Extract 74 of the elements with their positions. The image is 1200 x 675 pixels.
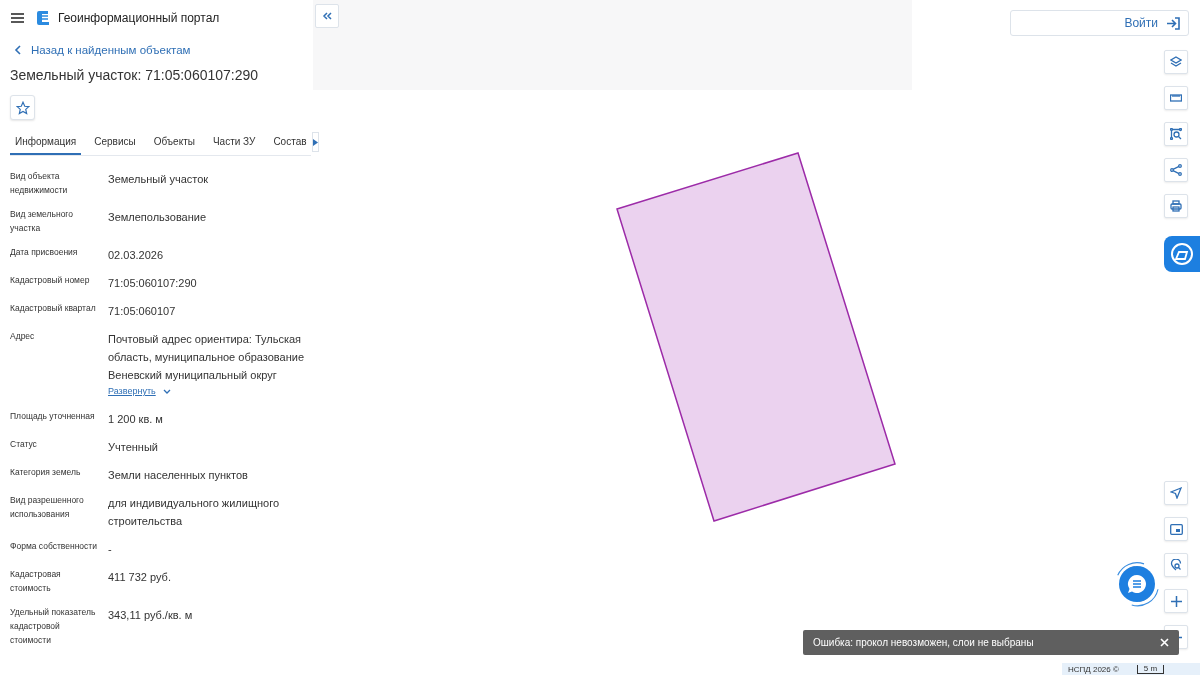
navigation-arrow-icon bbox=[1170, 487, 1182, 499]
attribution-text: НСПД 2026 © bbox=[1068, 664, 1119, 674]
tab[interactable]: Состав bbox=[268, 129, 312, 155]
chat-button[interactable] bbox=[1119, 566, 1155, 602]
zoom-in-button[interactable] bbox=[1164, 589, 1188, 613]
login-button[interactable]: Войти bbox=[1010, 10, 1189, 36]
field-value: - bbox=[108, 543, 112, 555]
field-value: 1 200 кв. м bbox=[108, 413, 163, 425]
field-value: Учтенный bbox=[108, 441, 158, 453]
scale-bar: 5 m bbox=[1136, 664, 1165, 674]
star-icon bbox=[15, 100, 30, 115]
close-icon bbox=[1160, 638, 1169, 647]
field-value: 411 732 руб. bbox=[108, 571, 171, 583]
ruler-button[interactable] bbox=[1164, 86, 1188, 110]
layers-icon bbox=[1170, 56, 1182, 68]
field-label: Вид объекта недвижимости bbox=[10, 170, 69, 197]
field-value: Земли населенных пунктов bbox=[108, 469, 248, 481]
chat-bubble-icon bbox=[1127, 574, 1147, 594]
plus-icon bbox=[1170, 595, 1182, 607]
print-icon bbox=[1170, 200, 1182, 212]
field-label: Кадастровая стоимость bbox=[10, 568, 62, 595]
layers-button[interactable] bbox=[1164, 50, 1188, 74]
location-search-icon bbox=[1170, 559, 1182, 571]
field-value: для индивидуального жилищного строительства bbox=[108, 497, 279, 527]
feedback-tab[interactable] bbox=[1164, 236, 1200, 272]
locate-button[interactable] bbox=[1164, 481, 1188, 505]
tab[interactable]: Информация bbox=[10, 129, 82, 155]
minimap-icon bbox=[1169, 523, 1183, 535]
portal-title: Геоинформационный портал bbox=[58, 11, 220, 25]
tab[interactable]: Части ЗУ bbox=[207, 129, 261, 155]
field-label: Статус bbox=[10, 438, 38, 451]
field-label: Площадь уточненная bbox=[10, 410, 96, 423]
field-value: 71:05:060107:290 bbox=[108, 277, 197, 289]
minimap-button[interactable] bbox=[1164, 517, 1188, 541]
feedback-icon bbox=[1170, 242, 1194, 266]
field-label: Вид земельного участка bbox=[10, 208, 74, 235]
object-title: Земельный участок: 71:05:060107:290 bbox=[10, 67, 260, 83]
field-label: Дата присвоения bbox=[10, 246, 79, 259]
field-label: Вид разрешенного использования bbox=[10, 494, 85, 521]
field-value: Земельный участок bbox=[108, 173, 209, 185]
close-button[interactable] bbox=[1158, 636, 1171, 649]
chevron-left-icon bbox=[14, 45, 22, 55]
scroll-tabs-button[interactable] bbox=[311, 132, 319, 152]
field-label: Адрес bbox=[10, 330, 36, 343]
area-search-button[interactable] bbox=[1164, 122, 1188, 146]
field-value: 71:05:060107 bbox=[108, 305, 176, 317]
collapse-panel-button[interactable] bbox=[315, 4, 339, 28]
field-value: Землепользование bbox=[108, 211, 207, 223]
field-label: Кадастровый квартал bbox=[10, 302, 97, 315]
triangle-right-icon bbox=[312, 138, 318, 146]
expand-link[interactable]: Развернуть bbox=[108, 383, 156, 399]
location-search-button[interactable] bbox=[1164, 553, 1188, 577]
area-search-icon bbox=[1170, 128, 1182, 140]
field-value: Почтовый адрес ориентира: Тульская область, муниципальное образование Веневский муниципальный округ bbox=[108, 333, 305, 381]
login-icon bbox=[1166, 16, 1180, 30]
field-value: 343,11 руб./кв. м bbox=[108, 609, 193, 621]
menu-icon[interactable] bbox=[11, 13, 24, 23]
print-button[interactable] bbox=[1164, 194, 1188, 218]
field-label: Удельный показатель кадастровой стоимости bbox=[10, 606, 97, 647]
logo-icon bbox=[36, 10, 50, 26]
share-icon bbox=[1170, 164, 1182, 176]
double-chevron-left-icon bbox=[322, 12, 332, 20]
toast-message: Ошибка: прокол невозможен, слои не выбраны bbox=[813, 637, 1034, 648]
field-label: Кадастровый номер bbox=[10, 274, 91, 287]
favorite-button[interactable] bbox=[10, 95, 35, 120]
field-label: Форма собственности bbox=[10, 540, 98, 553]
tab[interactable]: Сервисы bbox=[89, 129, 141, 155]
share-button[interactable] bbox=[1164, 158, 1188, 182]
field-value: 02.03.2026 bbox=[108, 249, 164, 261]
ruler-icon bbox=[1170, 92, 1182, 104]
back-link[interactable]: Назад к найденным объектам bbox=[14, 44, 312, 56]
field-label: Категория земель bbox=[10, 466, 82, 479]
tab[interactable]: Объекты bbox=[148, 129, 200, 155]
chevron-down-icon bbox=[162, 388, 171, 394]
